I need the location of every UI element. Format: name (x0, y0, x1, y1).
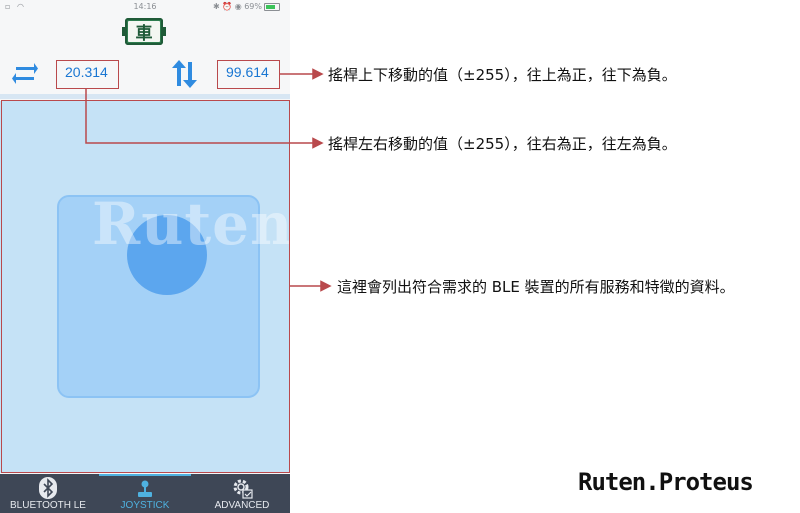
area-annotation: 這裡會列出符合需求的 BLE 裝置的所有服務和特徵的資料。 (337, 278, 735, 296)
y-annotation: 搖桿上下移動的值（±255），往上為正，往下為負。 (328, 66, 677, 84)
x-annotation: 搖桿左右移動的值（±255），往右為正，往左為負。 (328, 135, 677, 153)
brand-watermark: Ruten.Proteus (578, 468, 754, 496)
